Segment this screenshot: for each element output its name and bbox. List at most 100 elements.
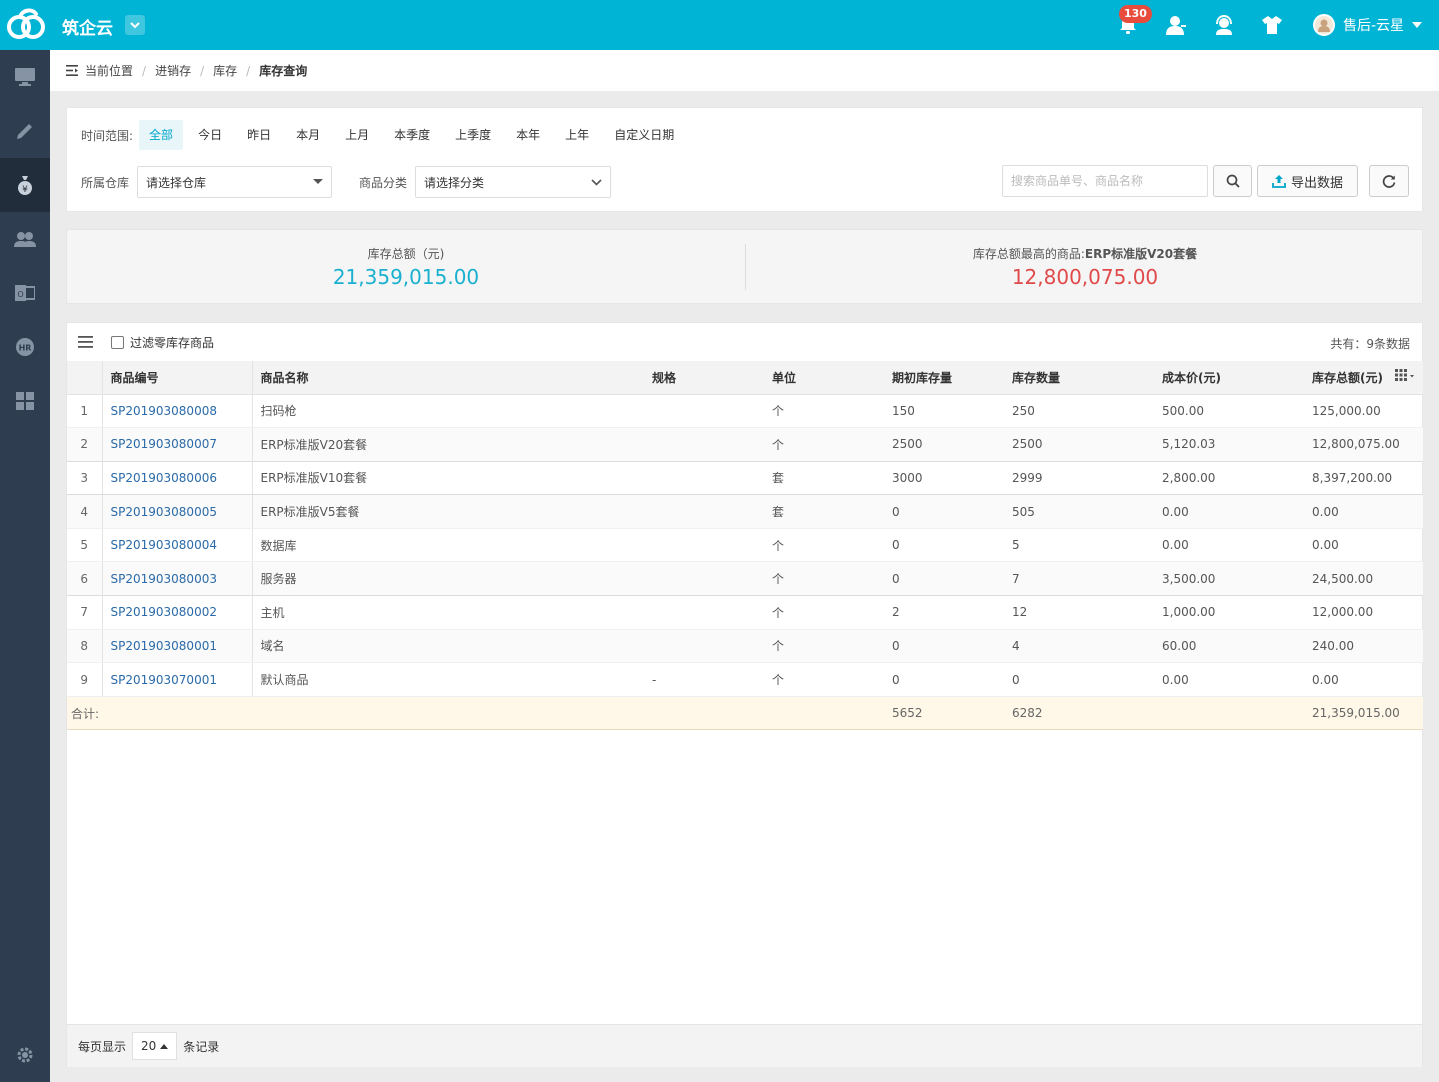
time-range-filter: 时间范围: 全部 今日 昨日 本月 上月 本季度 上季度 本年 上年 自定义日期 — [81, 120, 689, 150]
table-row[interactable]: 7 SP201903080002 主机 个 2 12 1,000.00 12,0… — [67, 595, 1423, 630]
search-button[interactable] — [1213, 165, 1252, 197]
sidebar-item-office[interactable]: O — [0, 266, 50, 320]
product-code-link[interactable]: SP201903080008 — [102, 394, 253, 429]
office-icon: O — [15, 285, 35, 301]
top-product-name: ERP标准版V20套餐 — [1084, 247, 1198, 261]
filter-zero-stock-label[interactable]: 过滤零库存商品 — [130, 334, 214, 351]
sidebar-item-customers[interactable] — [0, 212, 50, 266]
time-option-last-year[interactable]: 上年 — [555, 120, 599, 150]
product-code-link[interactable]: SP201903080005 — [102, 494, 253, 529]
contacts-icon[interactable] — [1164, 13, 1188, 37]
top-product-value: 12,800,075.00 — [1011, 265, 1159, 289]
time-option-all[interactable]: 全部 — [139, 120, 184, 150]
category-select[interactable]: 请选择分类 — [415, 166, 611, 198]
product-code-link[interactable]: SP201903080006 — [102, 461, 253, 496]
column-header-unit[interactable]: 单位 — [764, 361, 884, 395]
svg-text:¥: ¥ — [22, 185, 28, 195]
table-row[interactable]: 6 SP201903080003 服务器 个 0 7 3,500.00 24,5… — [67, 561, 1423, 597]
menu-indent-icon — [66, 65, 78, 76]
table-row[interactable]: 5 SP201903080004 数据库 个 0 5 0.00 0.00 — [67, 528, 1423, 563]
page-size-select[interactable]: 20 — [132, 1032, 178, 1060]
column-chooser-icon[interactable] — [1395, 368, 1415, 381]
user-menu[interactable]: 售后-云星 — [1313, 14, 1423, 36]
table-row[interactable]: 9 SP201903070001 默认商品 - 个 0 0 0.00 0.00 — [67, 662, 1423, 697]
product-code-link[interactable]: SP201903080003 — [102, 561, 253, 597]
inventory-table: 商品编号 商品名称 规格 单位 期初库存量 库存数量 成本价(元) 库存总额(元… — [67, 361, 1423, 731]
table-summary-row: 合计: 5652 6282 21,359,015.00 — [67, 695, 1423, 731]
avatar — [1313, 14, 1335, 36]
category-select-value: 请选择分类 — [424, 175, 485, 190]
product-code-link[interactable]: SP201903080007 — [102, 427, 253, 462]
inventory-summary: 库存总额（元) 21,359,015.00 库存总额最高的商品:ERP标准版V2… — [66, 229, 1423, 304]
search-input[interactable] — [1002, 165, 1208, 197]
grid-icon — [16, 392, 34, 410]
sidebar: ¥ O HR — [0, 50, 50, 1082]
sum-qty: 6282 — [1004, 695, 1154, 731]
hr-icon: HR — [16, 338, 34, 356]
monitor-icon — [15, 68, 35, 86]
time-option-last-month[interactable]: 上月 — [335, 120, 379, 150]
top-navigation-bar: 筑企云 130 售后-云星 — [0, 0, 1439, 50]
svg-text:HR: HR — [19, 344, 32, 353]
breadcrumb-prefix: 当前位置 — [85, 64, 134, 78]
total-inventory-label: 库存总额（元) — [367, 247, 445, 261]
top-product-summary: 库存总额最高的商品:ERP标准版V20套餐 12,800,075.00 — [746, 245, 1424, 289]
time-option-this-year[interactable]: 本年 — [506, 120, 550, 150]
product-code-link[interactable]: SP201903080001 — [102, 629, 253, 664]
app-logo-icon[interactable] — [6, 8, 46, 42]
column-header-total[interactable]: 库存总额(元) — [1304, 361, 1423, 395]
total-inventory-value: 21,359,015.00 — [332, 265, 480, 289]
table-row[interactable]: 3 SP201903080006 ERP标准版V10套餐 套 3000 2999… — [67, 461, 1423, 496]
app-switcher-chevron-down-icon[interactable] — [125, 15, 145, 35]
total-inventory-summary: 库存总额（元) 21,359,015.00 — [67, 245, 745, 289]
column-header-initial[interactable]: 期初库存量 — [884, 361, 1004, 395]
breadcrumb: 当前位置 / 进销存 / 库存 / 库存查询 — [50, 50, 1439, 91]
time-option-yesterday[interactable]: 昨日 — [237, 120, 281, 150]
product-code-link[interactable]: SP201903070001 — [102, 662, 253, 697]
sidebar-item-inventory[interactable]: ¥ — [0, 158, 50, 212]
refresh-button[interactable] — [1369, 165, 1409, 197]
table-toolbar: 过滤零库存商品 共有：9条数据 — [67, 323, 1422, 361]
sidebar-item-dashboard[interactable] — [0, 50, 50, 104]
breadcrumb-item-stock[interactable]: 库存 — [213, 62, 237, 79]
column-header-qty[interactable]: 库存数量 — [1004, 361, 1154, 395]
sidebar-item-edit[interactable] — [0, 104, 50, 158]
table-header-row: 商品编号 商品名称 规格 单位 期初库存量 库存数量 成本价(元) 库存总额(元… — [67, 361, 1423, 395]
sum-total: 21,359,015.00 — [1304, 695, 1423, 731]
upload-icon — [1272, 175, 1286, 188]
sidebar-item-hr[interactable]: HR — [0, 320, 50, 374]
table-row[interactable]: 8 SP201903080001 域名 个 0 4 60.00 240.00 — [67, 629, 1423, 664]
chevron-down-icon — [1412, 22, 1423, 28]
page-size-value: 20 — [141, 1039, 157, 1053]
table-row[interactable]: 4 SP201903080005 ERP标准版V5套餐 套 0 505 0.00… — [67, 494, 1423, 529]
column-header-spec[interactable]: 规格 — [644, 361, 764, 395]
time-option-this-month[interactable]: 本月 — [286, 120, 330, 150]
time-option-today[interactable]: 今日 — [188, 120, 232, 150]
column-menu-icon[interactable] — [78, 336, 93, 348]
time-option-this-quarter[interactable]: 本季度 — [384, 120, 440, 150]
support-agent-icon[interactable] — [1212, 13, 1236, 37]
column-header-name[interactable]: 商品名称 — [252, 361, 644, 395]
breadcrumb-item-sales[interactable]: 进销存 — [155, 62, 191, 79]
column-header-cost[interactable]: 成本价(元) — [1154, 361, 1304, 395]
shirt-icon[interactable] — [1260, 13, 1284, 37]
column-header-code[interactable]: 商品编号 — [102, 361, 253, 395]
sidebar-item-apps[interactable] — [0, 374, 50, 428]
table-row[interactable]: 1 SP201903080008 扫码枪 个 150 250 500.00 12… — [67, 394, 1423, 429]
export-button-label: 导出数据 — [1290, 175, 1343, 191]
sidebar-item-settings[interactable] — [0, 1028, 50, 1082]
sum-initial: 5652 — [884, 695, 1004, 731]
svg-text:O: O — [17, 290, 23, 299]
table-row[interactable]: 2 SP201903080007 ERP标准版V20套餐 个 2500 2500… — [67, 427, 1423, 462]
product-code-link[interactable]: SP201903080002 — [102, 595, 253, 630]
time-option-last-quarter[interactable]: 上季度 — [445, 120, 501, 150]
export-button[interactable]: 导出数据 — [1257, 165, 1358, 197]
time-option-custom[interactable]: 自定义日期 — [604, 120, 684, 150]
notification-count-badge: 130 — [1119, 5, 1152, 23]
top-product-label: 库存总额最高的商品: — [972, 247, 1085, 261]
app-title[interactable]: 筑企云 — [62, 14, 113, 39]
product-code-link[interactable]: SP201903080004 — [102, 528, 253, 563]
warehouse-select[interactable]: 请选择仓库 — [137, 166, 332, 198]
inventory-table-panel: 过滤零库存商品 共有：9条数据 商品编号 商品名称 规格 单位 期初库存量 库存… — [66, 322, 1423, 1067]
filter-zero-stock-checkbox[interactable] — [111, 335, 124, 349]
